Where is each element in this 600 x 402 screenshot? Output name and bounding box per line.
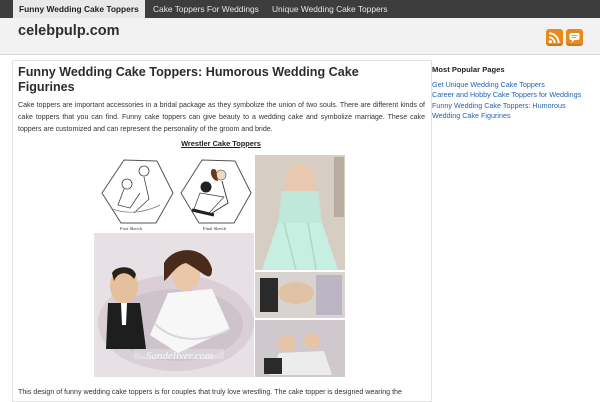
topper-detail-photos xyxy=(255,272,345,377)
sidebar-title: Most Popular Pages xyxy=(432,65,505,74)
site-header: celebpulp.com xyxy=(0,18,600,55)
bride-dress-photo xyxy=(255,155,345,271)
post-intro-paragraph: Cake toppers are important accessories i… xyxy=(18,102,425,133)
nav-item-funny-wedding-cake-toppers[interactable]: Funny Wedding Cake Toppers xyxy=(13,0,145,18)
post-title: Funny Wedding Cake Toppers: Humorous Wed… xyxy=(18,65,359,94)
nav-item-cake-toppers-for-weddings[interactable]: Cake Toppers For Weddings xyxy=(153,0,259,18)
image-caption: Wrestler Cake Toppers xyxy=(181,139,261,148)
first-sketch-label: First Sketch xyxy=(120,226,143,231)
sidebar-link-funny-wedding-cake-toppers[interactable]: Funny Wedding Cake Toppers: Humorous Wed… xyxy=(432,101,582,122)
final-sketch-label: Final Sketch xyxy=(203,226,227,231)
sidebar-link-unique-cake-toppers[interactable]: Get Unique Wedding Cake Toppers xyxy=(432,80,582,90)
main-content: Funny Wedding Cake Toppers: Humorous Wed… xyxy=(12,60,432,402)
nav-item-unique-wedding-cake-toppers[interactable]: Unique Wedding Cake Toppers xyxy=(272,0,388,18)
popular-pages-list: Get Unique Wedding Cake Toppers Career a… xyxy=(432,80,582,121)
rss-feed-icon[interactable] xyxy=(546,29,563,46)
figure-watermark: Sandeliver.com xyxy=(146,350,213,362)
sidebar-link-career-hobby-cake-toppers[interactable]: Career and Hobby Cake Toppers for Weddin… xyxy=(432,90,582,100)
wrestler-cake-topper-image: First Sketch Final Sketch Sandeliver.com xyxy=(94,153,346,377)
top-navigation-bar: Funny Wedding Cake Toppers Cake Toppers … xyxy=(0,0,600,18)
site-title[interactable]: celebpulp.com xyxy=(18,23,120,39)
post-body-paragraph: This design of funny wedding cake topper… xyxy=(18,388,402,396)
comments-feed-icon[interactable] xyxy=(566,29,583,46)
